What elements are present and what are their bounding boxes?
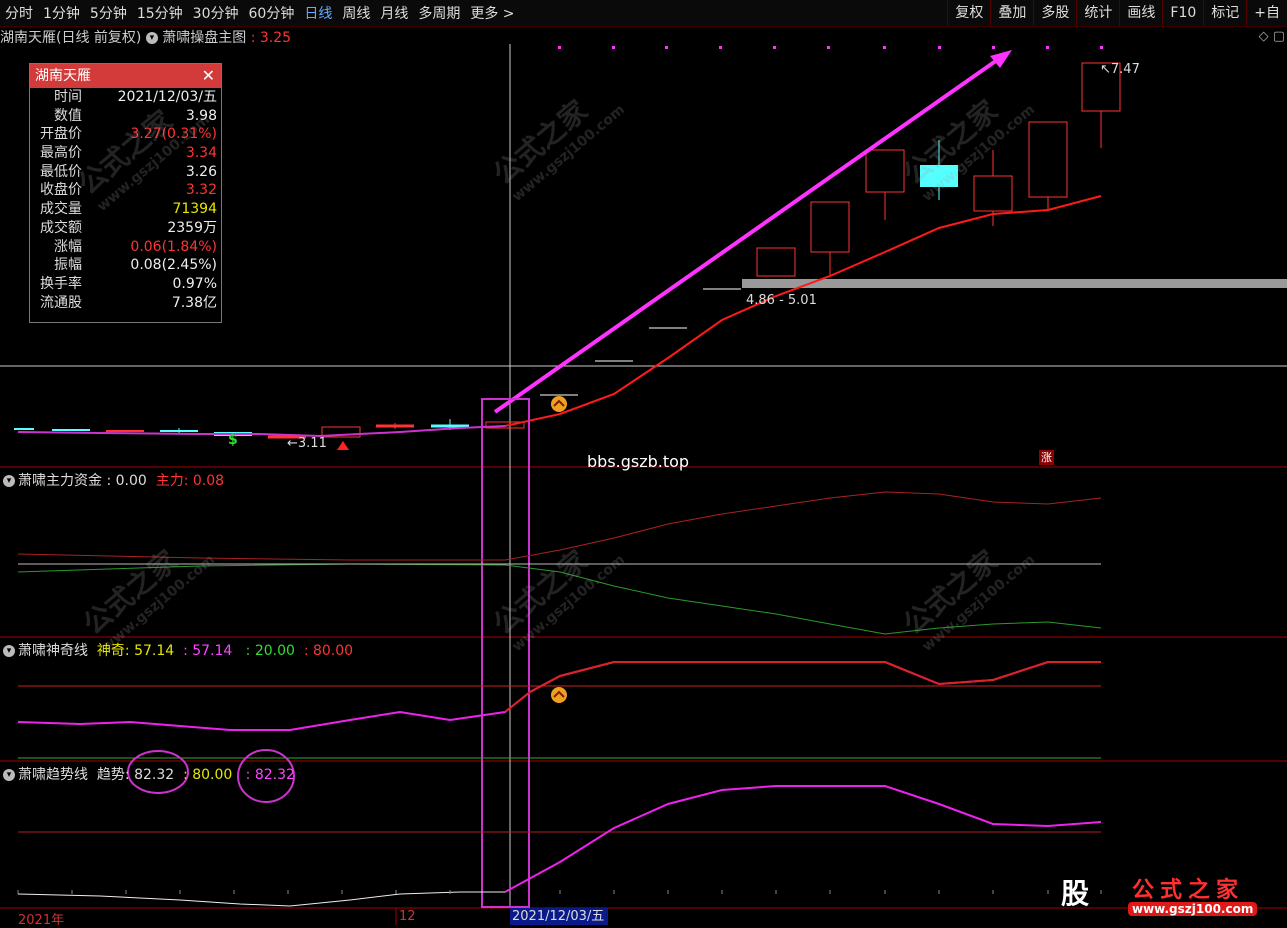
logo-name: 公式之家	[1132, 878, 1245, 903]
indicator3-v3: : 82.32	[245, 767, 295, 783]
resistance-bar	[742, 279, 1287, 288]
month-label: 12	[399, 909, 416, 924]
indicator3-name[interactable]: 萧啸趋势线	[18, 767, 88, 783]
up-signal-icon	[551, 396, 567, 412]
low-price-label: ←3.11	[287, 436, 327, 451]
indicator2-v3: : 20.00	[245, 643, 295, 659]
indicator1-value: : 0.00	[106, 473, 147, 489]
range-label: 4.86 - 5.01	[746, 293, 817, 308]
indicator2-title: ▾ 萧啸神奇线 神奇: 57.14 : 57.14 : 20.00 : 80.00	[0, 640, 353, 660]
close-icon[interactable]: ✕	[202, 64, 215, 88]
shenqi-red-line	[504, 661, 1101, 713]
arrow-head	[990, 50, 1012, 68]
chevron-down-icon[interactable]: ▾	[3, 475, 15, 487]
red-flag-icon	[337, 441, 349, 450]
info-value: 0.08(2.45%)	[130, 257, 217, 274]
info-key: 开盘价	[40, 126, 82, 143]
indicator2-v4: : 80.00	[303, 643, 354, 659]
up-signal-icon	[551, 687, 567, 703]
indicator3-v1: : 82.32	[124, 767, 175, 783]
info-key: 换手率	[40, 275, 82, 292]
info-row: 成交额 2359万	[30, 219, 221, 238]
info-key: 涨幅	[54, 238, 82, 255]
info-value: 0.97%	[172, 275, 217, 292]
url-label: bbs.gszb.top	[587, 452, 690, 471]
indicator3-label: 趋势	[96, 767, 125, 783]
axis-ticks	[17, 890, 1102, 894]
info-panel-header: 湖南天雁 ✕	[30, 64, 221, 88]
site-logo: 股 公式之家 www.gszj100.com	[1046, 872, 1266, 916]
indicator1-value2: : 0.08	[183, 473, 225, 489]
selected-date-label: 2021/12/03/五	[510, 908, 608, 925]
high-price-label: ↖7.47	[1100, 62, 1140, 77]
arrow-left-icon: ←	[287, 436, 298, 451]
indicator3-v2: : 80.00	[183, 767, 233, 783]
info-row: 流通股 7.38亿	[30, 294, 221, 313]
info-panel-title: 湖南天雁	[35, 68, 91, 84]
chevron-down-icon[interactable]: ▾	[3, 645, 15, 657]
zhang-badge: 涨	[1039, 450, 1054, 465]
indicator2-v2: : 57.14	[183, 643, 233, 659]
info-key: 收盘价	[40, 182, 82, 199]
indicator1-label2: 主力	[155, 473, 184, 489]
dollar-icon: $	[228, 432, 238, 448]
indicator1-name[interactable]: 萧啸主力资金	[18, 473, 102, 489]
info-row: 换手率 0.97%	[30, 275, 221, 294]
indicator3-title: ▾ 萧啸趋势线 趋势: 82.32 : 80.00 : 82.32	[0, 764, 295, 784]
info-key: 最高价	[40, 145, 82, 162]
logo-url: www.gszj100.com	[1128, 902, 1258, 916]
info-key: 成交额	[40, 219, 82, 236]
indicator2-v1: : 57.14	[124, 643, 175, 659]
arrow-left-icon: ↖	[1100, 62, 1111, 77]
indicator1-title: ▾ 萧啸主力资金 : 0.00 主力: 0.08	[0, 470, 224, 490]
indicator2-name[interactable]: 萧啸神奇线	[18, 643, 88, 659]
info-row: 成交量 71394	[30, 200, 221, 219]
year-label: 2021年	[18, 913, 65, 928]
info-value: 2359万	[167, 219, 217, 236]
signal-dots	[558, 46, 1103, 49]
info-key: 振幅	[54, 257, 82, 274]
info-value: 0.06(1.84%)	[130, 238, 217, 255]
logo-badge: 股	[1046, 872, 1104, 916]
info-key: 流通股	[40, 294, 82, 311]
highlight-box	[481, 398, 530, 908]
info-row: 振幅 0.08(2.45%)	[30, 256, 221, 275]
info-key: 时间	[54, 89, 82, 105]
info-value: 7.38亿	[171, 294, 217, 311]
info-key: 成交量	[40, 201, 82, 218]
chevron-down-icon[interactable]: ▾	[3, 769, 15, 781]
ma-line	[504, 195, 1102, 427]
info-row: 涨幅 0.06(1.84%)	[30, 238, 221, 257]
info-key: 数值	[54, 107, 82, 124]
trend-white-line	[17, 891, 505, 907]
trend-line	[504, 785, 1102, 893]
